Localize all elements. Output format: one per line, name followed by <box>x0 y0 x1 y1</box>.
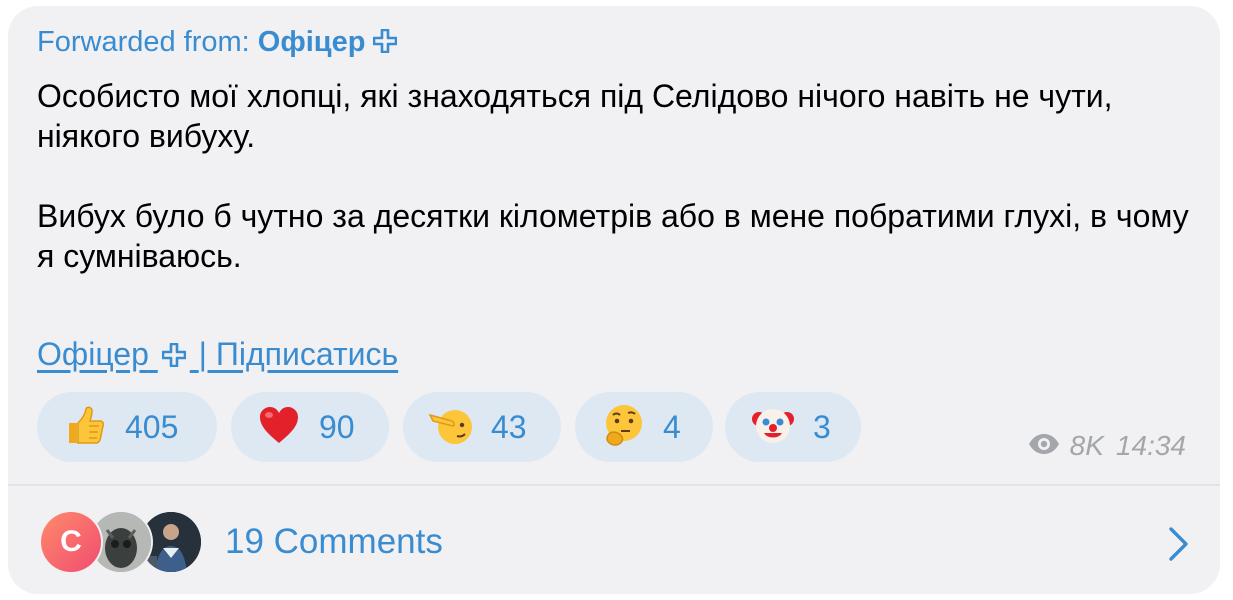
reaction-count: 3 <box>813 408 831 445</box>
thumbs-up-icon <box>63 403 107 452</box>
reaction-thumbs-up[interactable]: 405 <box>37 392 217 462</box>
subscribe-link[interactable]: Офіцер | Підписатись <box>37 336 398 375</box>
reaction-thinking[interactable]: 4 <box>575 392 713 462</box>
reaction-clown[interactable]: 3 <box>725 392 861 462</box>
comments-bar[interactable]: C 19 Comments <box>8 486 1220 594</box>
red-heart-icon <box>257 403 301 452</box>
reaction-heart[interactable]: 90 <box>231 392 389 462</box>
message-text: Особисто мої хлопці, які знаходяться під… <box>37 76 1197 276</box>
forwarded-prefix: Forwarded from: <box>37 26 250 58</box>
avatar: C <box>41 512 101 572</box>
thinking-face-icon <box>601 403 645 452</box>
cross-icon <box>373 28 398 61</box>
forwarded-header[interactable]: Forwarded from: Офіцер <box>37 26 398 61</box>
saluting-face-icon <box>428 403 473 452</box>
views-eye-icon <box>1028 430 1060 462</box>
message-meta: 8K 14:34 <box>1028 430 1186 462</box>
message-bubble: Forwarded from: Офіцер Особисто мої хлоп… <box>8 6 1220 594</box>
message-paragraph: Особисто мої хлопці, які знаходяться під… <box>37 78 1113 154</box>
avatar-letter: C <box>60 525 82 558</box>
reaction-count: 90 <box>319 408 355 445</box>
reaction-count: 405 <box>125 408 179 445</box>
views-count: 8K <box>1069 430 1104 461</box>
reaction-count: 43 <box>491 408 527 445</box>
link-action[interactable]: | Підписатись <box>199 336 398 372</box>
cross-icon <box>161 338 187 375</box>
chevron-right-icon[interactable] <box>1168 526 1190 567</box>
message-paragraph: Вибух було б чутно за десятки кілометрів… <box>37 198 1189 274</box>
reaction-salute[interactable]: 43 <box>403 392 561 462</box>
reaction-count: 4 <box>663 408 681 445</box>
forwarded-source[interactable]: Офіцер <box>258 26 366 58</box>
comments-count[interactable]: 19 Comments <box>225 522 443 562</box>
link-source[interactable]: Офіцер <box>37 336 149 372</box>
message-time: 14:34 <box>1115 430 1186 461</box>
clown-face-icon <box>751 403 795 452</box>
